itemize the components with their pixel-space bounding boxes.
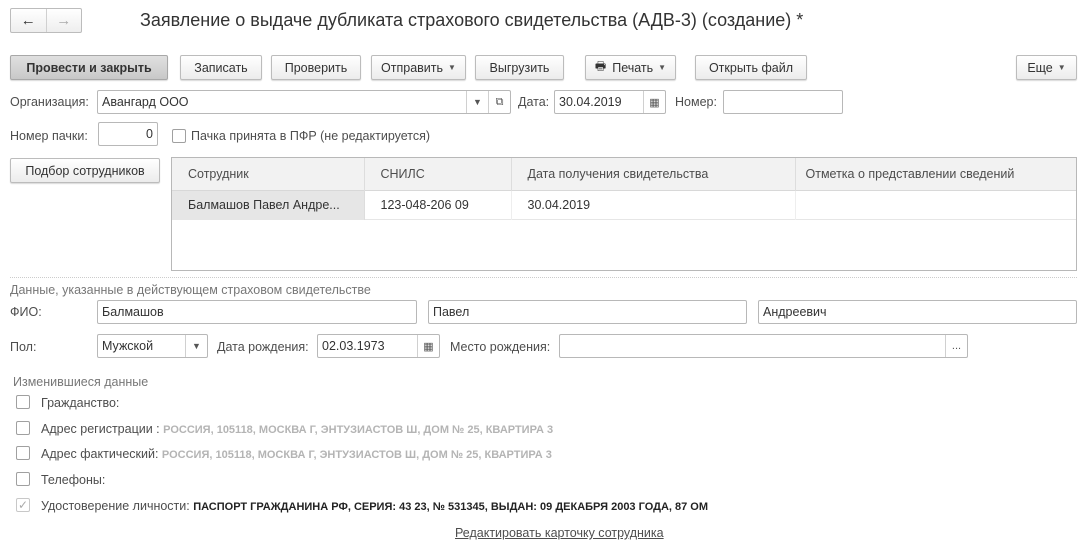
page-title: Заявление о выдаче дубликата страхового …	[140, 10, 804, 30]
identity-label: Удостоверение личности: ПАСПОРТ ГРАЖДАНИ…	[41, 499, 708, 513]
label: Проверить	[284, 60, 348, 75]
value: РОССИЯ, 105118, МОСКВА Г, ЭНТУЗИАСТОВ Ш,…	[161, 449, 552, 461]
pack-label: Номер пачки:	[10, 129, 88, 143]
label: Открыть файл	[708, 60, 794, 75]
label: Удостоверение личности:	[41, 499, 190, 513]
print-button[interactable]: 🖶 Печать ▼	[585, 55, 676, 80]
send-button[interactable]: Отправить ▼	[371, 55, 466, 80]
changed-title: Изменившиеся данные	[13, 375, 149, 389]
col-employee[interactable]: Сотрудник	[172, 158, 365, 190]
phones-label: Телефоны:	[41, 473, 105, 487]
birth-date-input[interactable]: 02.03.1973 ▦	[317, 334, 440, 358]
last-name-input[interactable]: Балмашов	[97, 300, 417, 324]
export-button[interactable]: Выгрузить	[475, 55, 564, 80]
table-header: Сотрудник СНИЛС Дата получения свидетель…	[172, 158, 1076, 190]
birthplace-input[interactable]: ...	[559, 334, 968, 358]
dropdown-icon: ▼	[448, 63, 456, 72]
dropdown-icon[interactable]: ▼	[185, 335, 207, 357]
label: Провести и закрыть	[26, 60, 152, 75]
date-value: 30.04.2019	[559, 95, 622, 109]
dropdown-icon[interactable]: ▼	[466, 91, 488, 113]
reg-address-label: Адрес регистрации : РОССИЯ, 105118, МОСК…	[41, 422, 553, 436]
value: РОССИЯ, 105118, МОСКВА Г, ЭНТУЗИАСТОВ Ш,…	[163, 424, 554, 436]
citizenship-checkbox[interactable]	[16, 395, 30, 409]
cell-snils[interactable]: 123-048-206 09	[364, 190, 512, 219]
label: Еще	[1027, 60, 1053, 75]
check-button[interactable]: Проверить	[271, 55, 361, 80]
number-label: Номер:	[675, 95, 717, 109]
phones-checkbox[interactable]	[16, 472, 30, 486]
birth-label: Дата рождения:	[217, 340, 309, 354]
label: Записать	[194, 60, 248, 75]
pick-employees-button[interactable]: Подбор сотрудников	[10, 158, 160, 183]
sex-value: Мужской	[102, 339, 154, 353]
label: Гражданство:	[41, 396, 120, 410]
sex-select[interactable]: Мужской ▼	[97, 334, 208, 358]
birth-value: 02.03.1973	[322, 339, 385, 353]
col-date[interactable]: Дата получения свидетельства	[511, 158, 796, 190]
citizenship-label: Гражданство:	[41, 396, 119, 410]
org-label: Организация:	[10, 95, 89, 109]
birthplace-label: Место рождения:	[450, 340, 551, 354]
pack-input[interactable]: 0	[98, 122, 158, 146]
col-mark[interactable]: Отметка о представлении сведений	[795, 158, 1076, 190]
table-row[interactable]: Балмашов Павел Андре... 123-048-206 09 3…	[172, 190, 1076, 219]
divider	[10, 277, 1077, 278]
org-input[interactable]: Авангард ООО ▼ ⧉	[97, 90, 511, 114]
label: Адрес регистрации :	[41, 422, 160, 436]
edit-employee-link[interactable]: Редактировать карточку сотрудника	[455, 526, 664, 540]
open-file-button[interactable]: Открыть файл	[695, 55, 807, 80]
date-input[interactable]: 30.04.2019 ▦	[554, 90, 666, 114]
pfr-accepted-checkbox[interactable]	[172, 129, 186, 143]
actual-address-checkbox[interactable]	[16, 446, 30, 460]
fio-label: ФИО:	[10, 305, 42, 319]
printer-icon: 🖶	[594, 59, 607, 73]
dropdown-icon: ▼	[658, 63, 667, 72]
label: Подбор сотрудников	[25, 163, 145, 178]
org-value: Авангард ООО	[102, 95, 189, 109]
middle-name-input[interactable]: Андреевич	[758, 300, 1077, 324]
section-title: Данные, указанные в действующем страхово…	[10, 283, 371, 297]
pfr-accepted-label: Пачка принята в ПФР (не редактируется)	[191, 129, 431, 143]
nav-buttons: ← →	[10, 8, 82, 33]
select-button[interactable]: ...	[945, 335, 967, 357]
date-label: Дата:	[518, 95, 550, 109]
post-and-close-button[interactable]: Провести и закрыть	[10, 55, 168, 80]
reg-address-checkbox[interactable]	[16, 421, 30, 435]
dropdown-icon: ▼	[1057, 63, 1066, 72]
col-snils[interactable]: СНИЛС	[364, 158, 512, 190]
open-icon[interactable]: ⧉	[488, 91, 510, 113]
forward-button[interactable]: →	[47, 9, 82, 32]
employees-table: Сотрудник СНИЛС Дата получения свидетель…	[171, 157, 1077, 271]
label: Выгрузить	[489, 60, 550, 75]
more-button[interactable]: Еще ▼	[1016, 55, 1077, 80]
value: ПАСПОРТ ГРАЖДАНИНА РФ, СЕРИЯ: 43 23, № 5…	[193, 501, 709, 513]
number-input[interactable]	[723, 90, 843, 114]
label: Отправить	[381, 60, 444, 75]
calendar-icon[interactable]: ▦	[643, 91, 665, 113]
sex-label: Пол:	[10, 340, 37, 354]
identity-checkbox[interactable]: ✓	[16, 498, 30, 512]
label: Печать	[612, 60, 654, 75]
actual-address-label: Адрес фактический: РОССИЯ, 105118, МОСКВ…	[41, 447, 552, 461]
cell-mark[interactable]	[795, 190, 1076, 219]
save-button[interactable]: Записать	[180, 55, 262, 80]
cell-date[interactable]: 30.04.2019	[511, 190, 796, 219]
label: Телефоны:	[41, 473, 106, 487]
back-button[interactable]: ←	[11, 9, 47, 32]
cell-employee[interactable]: Балмашов Павел Андре...	[172, 190, 365, 219]
first-name-input[interactable]: Павел	[428, 300, 747, 324]
label: Адрес фактический:	[41, 447, 159, 461]
calendar-icon[interactable]: ▦	[417, 335, 439, 357]
